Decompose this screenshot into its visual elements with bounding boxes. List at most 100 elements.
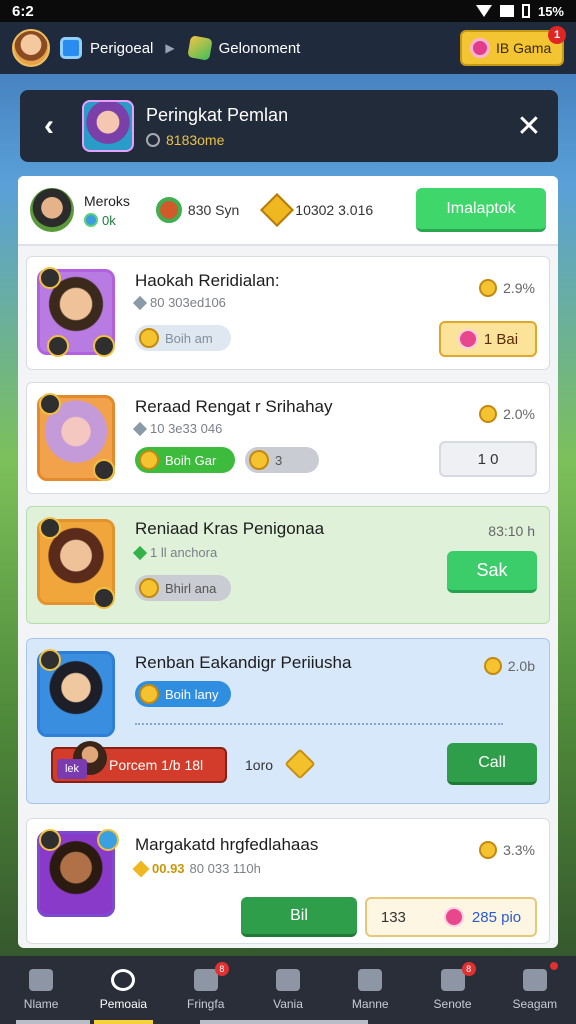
gem-icon [443,907,464,927]
player-name: Renban Eakandigr Periiusha [135,653,352,672]
star-badge-icon [93,587,115,609]
signal-icon [499,5,514,17]
bubble-icon [97,829,119,851]
reward-chip: Boih Gar [135,447,235,473]
topbar-item-1-label: Perigoeal [90,39,154,57]
action-button[interactable]: 1 0 [439,441,537,477]
app-square-icon [60,37,82,59]
player-percent: 2.0b [483,657,535,675]
dialog-subtitle-text: 8183ome [166,131,225,148]
summary-stat-2: 10302 3.016 [260,193,374,227]
back-button[interactable]: ‹ [34,109,64,143]
globe-icon [84,213,98,227]
mid-value: 1oro [245,757,274,773]
progress-pill-text: Porcem 1/b 18l [109,757,204,773]
shield-icon [93,335,115,357]
nav-label: Senote [433,997,472,1011]
nav-badge: 8 [214,962,229,976]
claim-button[interactable]: 1 Bai [439,321,537,357]
nav-item-gift[interactable]: Seagam [494,956,576,1024]
nav-label: Vania [273,997,303,1011]
progress-pill[interactable]: lek Porcem 1/b 18l [51,741,227,783]
nav-label: Nlame [23,997,59,1011]
bottom-navigation: Nlame Pemoaia 8 Fringfa Vania Manne 8 Se… [0,956,576,1024]
player-stat: 80 303ed106 [132,295,226,310]
divider [135,723,503,725]
player-stat-text: 80 303ed106 [150,295,226,310]
wifi-icon [475,5,492,17]
nav-item-search[interactable]: Pemoaia [82,956,164,1024]
call-button[interactable]: Call [447,743,537,785]
star-icon [249,450,269,470]
summary-stat-2-text: 10302 3.016 [295,202,374,218]
action-button[interactable]: Sak [447,551,537,593]
nav-item-store[interactable]: 8 Senote [411,956,493,1024]
user-avatar[interactable] [30,188,74,232]
list-item[interactable]: Reraad Rengat r Srihahay 10 3e33 046 2.0… [26,382,550,494]
reward-chip-text: Boih am [165,330,213,346]
gem-icon [457,329,478,349]
summary-stat-1: 830 Syn [155,197,239,223]
gift-icon [522,969,547,991]
nav-label: Manne [351,997,389,1011]
diamond-icon [132,295,148,310]
list-item[interactable]: Haokah Reridialan: 80 303ed106 2.9% Boih… [26,256,550,370]
gem-icon [470,38,490,58]
nav-item-leaf[interactable]: Manne [329,956,411,1024]
topbar-item-1[interactable]: Perigoeal ▶ [60,37,179,59]
player-percent: 2.9% [479,279,535,297]
profile-avatar[interactable] [12,29,50,67]
purchase-price: 285 pio [471,908,522,926]
star-icon [260,193,295,227]
nav-label: Seagam [512,997,558,1011]
player-name: Reraad Rengat r Srihahay [135,397,333,416]
user-level: 0k [84,213,130,228]
user-summary-row: Meroks 0k 830 Syn 10302 3.016 Imalaptok [18,176,558,246]
coin-icon [155,197,182,223]
dialog-header: ‹ Peringkat Pemlan 8183ome ✕ [20,90,558,162]
list-item[interactable]: Margakatd hrgfedlahaas 00.93 80 033 110h… [26,818,550,944]
list-item[interactable]: Reniaad Kras Penigonaa 1 ll anchora 83:1… [26,506,550,624]
reward-chip-text: Boih lany [165,686,219,702]
star-badge-icon [93,459,115,481]
summary-cta-button[interactable]: Imalaptok [416,188,546,232]
coin-icon [139,450,159,470]
coin-icon [139,578,159,598]
status-icons: 15% [475,4,564,19]
reward-chip-text: Bhirl ana [165,580,217,596]
star-icon [132,860,150,877]
nav-item-people[interactable]: 8 Fringfa [165,956,247,1024]
gems-label: IB Gama [496,40,552,56]
home-icon [29,969,54,991]
nav-item-home[interactable]: Nlame [0,956,82,1024]
claim-button-label: 1 Bai [483,330,519,348]
reward-chip-text: Boih Gar [165,452,217,468]
nav-label: Fringfa [187,997,225,1011]
nav-item-news[interactable]: Vania [247,956,329,1024]
reward-chip: Boih am [135,325,231,351]
people-icon [193,969,218,991]
home-indicator [200,1020,368,1024]
coin-icon [479,841,498,859]
player-stat-text: 10 3e33 046 [150,421,223,436]
coin-icon [139,328,159,348]
leaf-icon [358,969,383,991]
topbar-item-2[interactable]: Gelonoment [186,35,300,61]
reward-chip: Bhirl ana [135,575,231,601]
rank-badge-icon [39,517,61,539]
coin-icon [479,279,498,297]
search-icon [111,969,136,991]
copyright-icon [146,132,160,147]
purchase-button[interactable]: 133 285 pio [365,897,537,937]
dialog-avatar [82,100,134,152]
home-indicator-left [16,1020,90,1024]
camera-icon [47,335,69,357]
player-stat-text: 1 ll anchora [150,545,218,560]
gems-button[interactable]: IB Gama 1 [460,26,566,66]
bill-button[interactable]: Bil [241,897,357,937]
player-percent-text: 2.9% [503,280,535,296]
close-button[interactable]: ✕ [514,109,544,144]
player-stat: 00.93 80 033 110h [132,860,261,877]
list-item[interactable]: Renban Eakandigr Periiusha 2.0b Boih lan… [26,638,550,804]
user-name: Meroks [84,192,130,209]
